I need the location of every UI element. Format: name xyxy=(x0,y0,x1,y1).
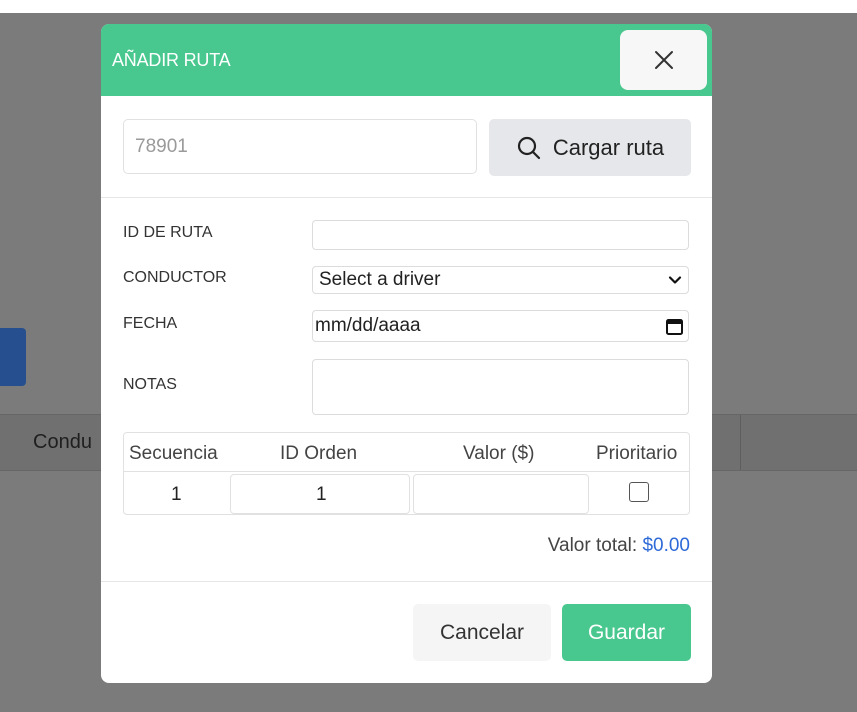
order-id-value: 1 xyxy=(316,484,327,505)
search-icon xyxy=(517,136,540,159)
table-header-divider xyxy=(124,471,689,472)
save-label: Guardar xyxy=(587,620,666,644)
driver-select[interactable]: Select a driver xyxy=(312,266,689,294)
search-divider xyxy=(101,197,712,198)
date-input[interactable]: mm/dd/aaaa xyxy=(312,310,689,342)
driver-selected-value: Select a driver xyxy=(319,269,441,290)
total-label: Valor total: xyxy=(547,535,638,556)
modal-title: AÑADIR RUTA xyxy=(112,50,231,70)
header-order-id: ID Orden xyxy=(280,443,358,464)
total-value-row: Valor total: $0.00 xyxy=(548,535,690,557)
background-button-glyph: / xyxy=(0,328,26,386)
notes-textarea[interactable] xyxy=(312,359,689,415)
total-amount: $0.00 xyxy=(642,535,690,556)
close-icon xyxy=(654,51,673,69)
route-id-label: ID DE RUTA xyxy=(123,224,213,241)
load-route-label: Cargar ruta xyxy=(552,134,665,160)
driver-label: CONDUCTOR xyxy=(123,269,227,286)
priority-checkbox[interactable] xyxy=(629,482,649,502)
cancel-button[interactable]: Cancelar xyxy=(413,604,551,661)
route-items-table: Secuencia ID Orden Valor ($) Prioritario… xyxy=(123,432,690,515)
close-button[interactable] xyxy=(620,30,707,90)
load-route-button[interactable]: Cargar ruta xyxy=(489,119,691,176)
chevron-down-icon xyxy=(668,276,682,284)
background-column-label: Condu xyxy=(33,431,92,453)
calendar-icon[interactable] xyxy=(665,317,684,336)
route-search-input[interactable] xyxy=(123,119,477,174)
date-label: FECHA xyxy=(123,315,178,332)
page-top-strip xyxy=(0,0,857,13)
header-priority: Prioritario xyxy=(596,443,678,464)
cancel-label: Cancelar xyxy=(439,620,525,644)
value-input[interactable] xyxy=(413,474,589,514)
header-sequence: Secuencia xyxy=(129,443,218,464)
order-id-input[interactable]: 1 xyxy=(230,474,410,514)
save-button[interactable]: Guardar xyxy=(562,604,691,661)
notes-label: NOTAS xyxy=(123,376,177,393)
route-id-field[interactable] xyxy=(312,220,689,250)
row-sequence: 1 xyxy=(171,484,182,505)
date-value: mm/dd/aaaa xyxy=(315,315,421,336)
modal-header: AÑADIR RUTA xyxy=(101,24,712,96)
header-value: Valor ($) xyxy=(463,443,535,464)
add-route-modal: AÑADIR RUTA Cargar ruta ID DE RUTA CONDU… xyxy=(101,24,712,683)
background-column-divider xyxy=(740,415,741,470)
footer-divider xyxy=(101,581,712,582)
background-action-button: / xyxy=(0,328,26,386)
